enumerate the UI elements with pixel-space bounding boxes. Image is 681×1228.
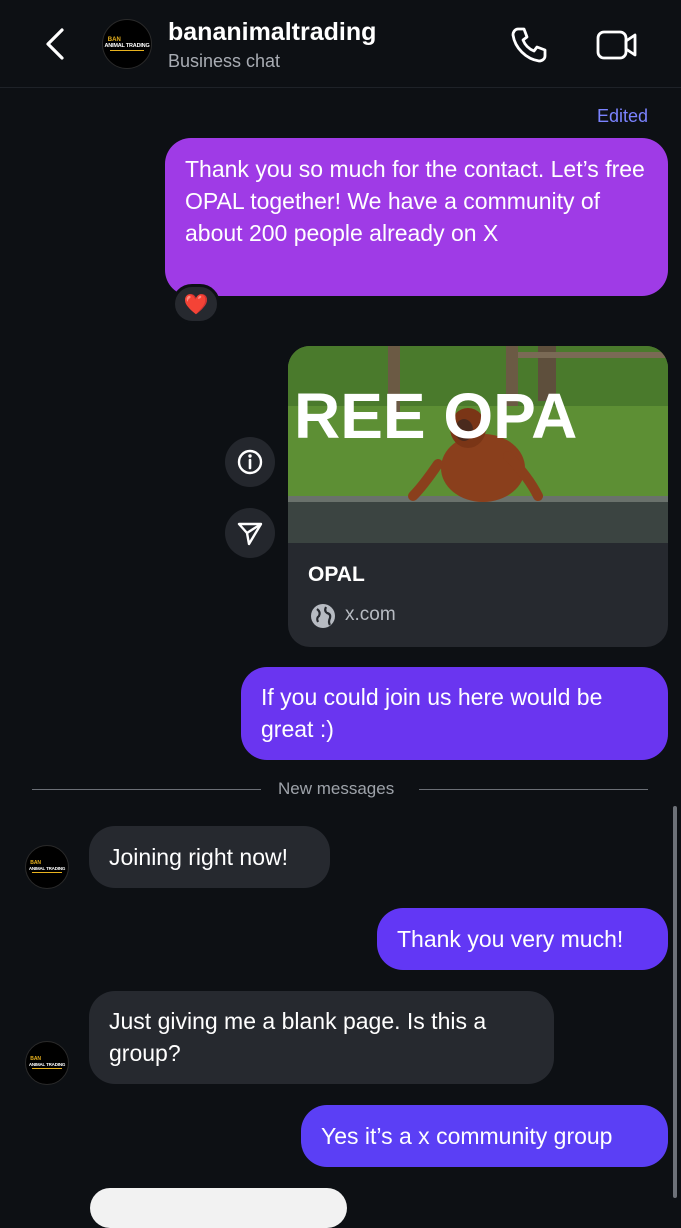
chat-header: BAN ANIMAL TRADING bananimaltrading Busi… <box>0 0 681 88</box>
edited-label[interactable]: Edited <box>597 106 648 127</box>
message-text: Just giving me a blank page. Is this a g… <box>109 1008 487 1066</box>
avatar[interactable]: BAN ANIMAL TRADING <box>102 19 152 69</box>
avatar[interactable]: BAN ANIMAL TRADING <box>25 1041 69 1085</box>
logo: BAN ANIMAL TRADING <box>26 1042 68 1084</box>
logo: BAN ANIMAL TRADING <box>26 846 68 888</box>
link-domain[interactable]: x.com <box>345 604 396 626</box>
partial-incoming-message[interactable] <box>90 1188 347 1228</box>
divider-line-right <box>419 789 648 790</box>
avatar[interactable]: BAN ANIMAL TRADING <box>25 845 69 889</box>
outgoing-message[interactable]: Thank you very much! <box>377 908 668 970</box>
outgoing-message[interactable]: Yes it’s a x community group <box>301 1105 668 1167</box>
new-messages-divider: New messages <box>278 779 395 798</box>
logo-middle-text: ANIMAL TRADING <box>28 1062 66 1067</box>
message-text: Joining right now! <box>109 844 288 870</box>
logo-underline <box>110 50 144 51</box>
incoming-message[interactable]: Joining right now! <box>89 826 330 888</box>
link-preview-image: REE OPA <box>288 346 668 543</box>
reaction-emoji: ❤️ <box>183 293 209 316</box>
video-camera-icon[interactable] <box>594 24 640 66</box>
heart-reaction-icon[interactable]: ❤️ <box>172 284 220 324</box>
info-button[interactable] <box>225 437 275 487</box>
contact-subtitle: Business chat <box>168 51 281 71</box>
outgoing-message[interactable]: If you could join us here would be great… <box>241 667 668 760</box>
globe-icon <box>311 604 335 628</box>
link-title[interactable]: OPAL <box>308 563 365 587</box>
link-preview-card[interactable]: REE OPA <box>288 346 668 647</box>
divider-line-left <box>32 789 261 790</box>
logo-underline <box>32 1068 62 1069</box>
phone-icon[interactable] <box>508 24 550 66</box>
send-icon <box>237 522 263 546</box>
logo-middle-text: ANIMAL TRADING <box>28 866 66 871</box>
image-overlay-text: REE OPA <box>294 380 577 452</box>
info-icon <box>237 449 263 475</box>
message-text: Thank you very much! <box>397 926 624 952</box>
chevron-left-icon[interactable] <box>40 24 74 64</box>
scrollbar[interactable] <box>673 806 677 1198</box>
outgoing-message[interactable]: Thank you so much for the contact. Let’s… <box>165 138 668 296</box>
message-text: Thank you so much for the contact. Let’s… <box>185 156 645 246</box>
logo-underline <box>32 872 62 873</box>
message-text: If you could join us here would be great… <box>261 684 603 742</box>
message-text: Yes it’s a x community group <box>321 1123 613 1149</box>
contact-name[interactable]: bananimaltrading <box>168 18 376 47</box>
share-button[interactable] <box>225 508 275 558</box>
logo: BAN ANIMAL TRADING <box>103 20 151 68</box>
incoming-message[interactable]: Just giving me a blank page. Is this a g… <box>89 991 554 1084</box>
logo-middle-text: ANIMAL TRADING <box>104 43 150 49</box>
